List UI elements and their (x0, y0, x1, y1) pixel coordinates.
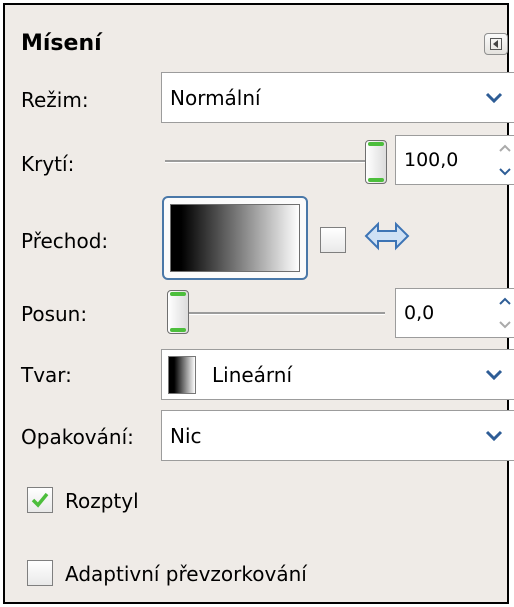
opacity-slider-handle[interactable] (365, 140, 387, 184)
offset-label: Posun: (21, 302, 88, 326)
opacity-label: Krytí: (21, 152, 75, 176)
repeat-combo[interactable]: Nic (161, 410, 514, 461)
tab-menu-button[interactable] (484, 33, 508, 55)
spin-down-icon[interactable] (495, 160, 514, 184)
gradient-reverse-checkbox[interactable] (320, 227, 346, 253)
dither-checkbox[interactable] (27, 487, 53, 513)
offset-value: 0,0 (404, 302, 435, 324)
adaptive-supersampling-checkbox[interactable] (27, 560, 53, 586)
tab-menu-icon (490, 38, 502, 50)
shape-combo[interactable]: Lineární (161, 349, 514, 400)
linear-shape-icon (168, 356, 196, 394)
panel-title: Mísení (21, 31, 102, 56)
repeat-label: Opakování: (21, 425, 134, 449)
shape-label: Tvar: (21, 363, 72, 387)
dither-label[interactable]: Rozptyl (65, 489, 139, 513)
spin-up-icon[interactable] (495, 289, 514, 313)
opacity-value: 100,0 (404, 149, 459, 171)
spin-up-icon[interactable] (495, 136, 514, 160)
chevron-down-icon[interactable] (473, 350, 514, 399)
offset-slider-handle[interactable] (167, 290, 189, 334)
blend-options-panel: Mísení Režim: Normální Krytí: 100,0 Přec… (3, 3, 514, 604)
mode-value: Normální (170, 86, 261, 110)
mode-label: Režim: (21, 88, 89, 112)
gradient-button[interactable] (162, 196, 308, 280)
offset-slider-track[interactable] (171, 312, 385, 315)
shape-value: Lineární (212, 363, 293, 387)
offset-spinbutton[interactable]: 0,0 (395, 288, 514, 338)
gradient-label: Přechod: (21, 229, 109, 253)
adaptive-supersampling-label[interactable]: Adaptivní převzorkování (65, 562, 307, 586)
chevron-down-icon[interactable] (473, 73, 514, 122)
chevron-down-icon[interactable] (473, 411, 514, 460)
gradient-preview (170, 204, 300, 272)
opacity-slider-track[interactable] (165, 160, 377, 163)
checkmark-icon (31, 492, 49, 508)
reverse-arrows-icon (364, 220, 410, 256)
spin-down-icon[interactable] (495, 313, 514, 337)
mode-combo[interactable]: Normální (161, 72, 514, 123)
repeat-value: Nic (170, 424, 202, 448)
opacity-spinbutton[interactable]: 100,0 (395, 135, 514, 185)
